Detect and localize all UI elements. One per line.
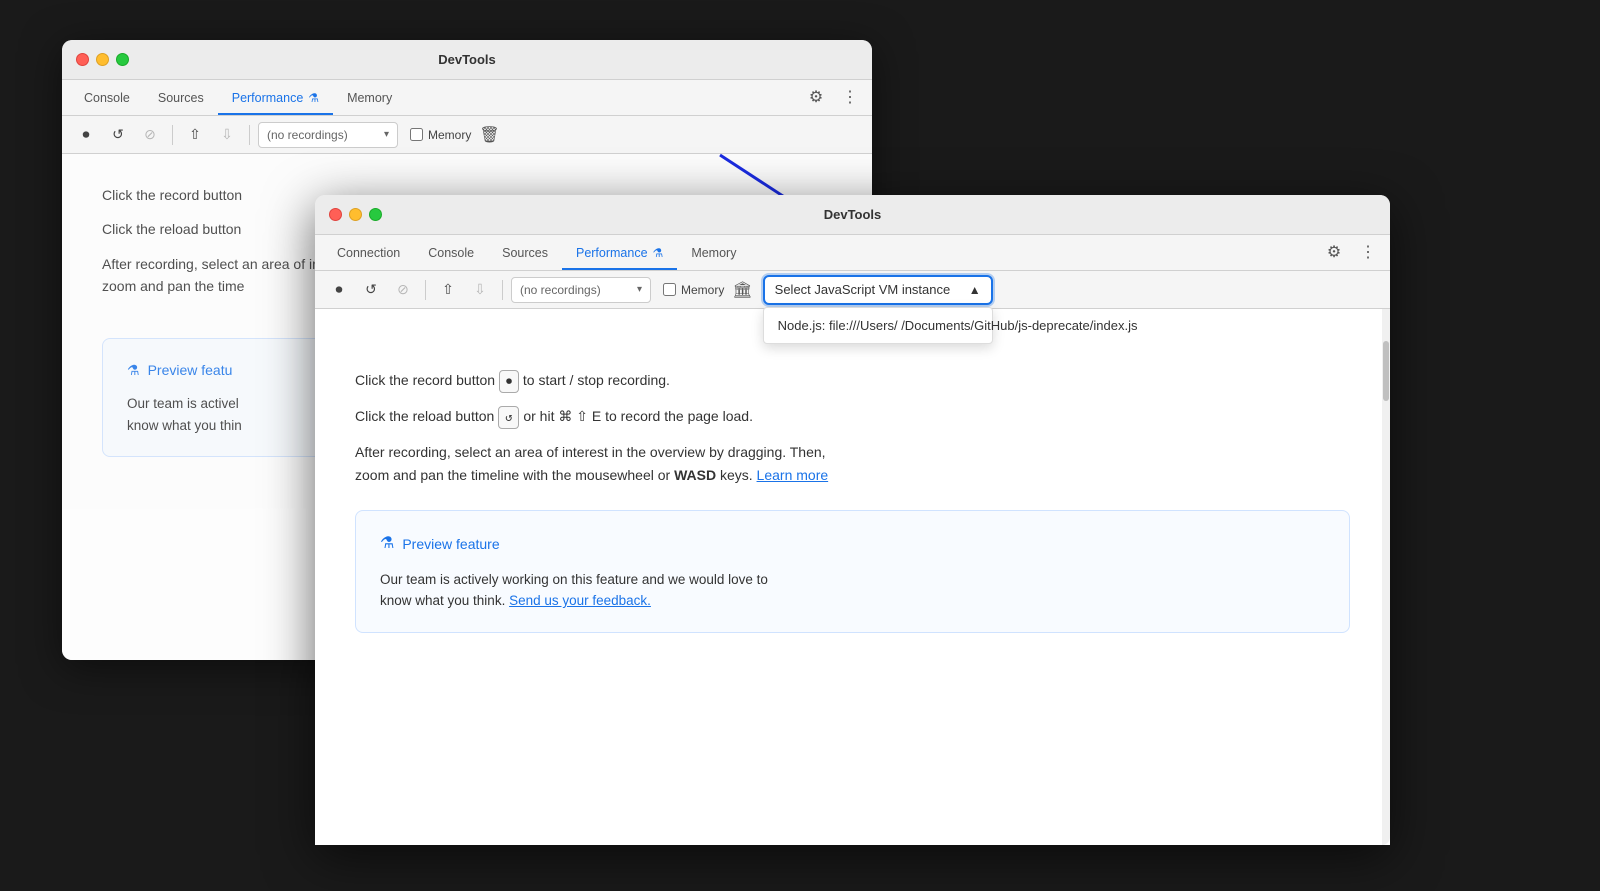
memory-checkbox-input-front[interactable]: [663, 283, 676, 296]
devtools-window-front: DevTools Connection Console Sources Perf…: [315, 195, 1390, 845]
reload-button-front[interactable]: ↺: [357, 276, 385, 304]
toolbar-divider2-back: [249, 125, 250, 145]
upload-button-front[interactable]: ⇧: [434, 276, 462, 304]
tab-console-front[interactable]: Console: [414, 238, 488, 270]
trash-button-back[interactable]: 🗑: [479, 125, 499, 145]
tab-actions-front: ⚙ ⋮: [1320, 238, 1382, 270]
preview-feature-title: ⚗ Preview feature: [380, 531, 1325, 557]
settings-button-front[interactable]: ⚙: [1320, 238, 1348, 266]
record-button-front[interactable]: ⏺: [325, 276, 353, 304]
toolbar-front: ⏺ ↺ ⊘ ⇧ ⇩ (no recordings) ▾ Memory 🏛 Sel…: [315, 271, 1390, 309]
cancel-button-back: ⊘: [136, 121, 164, 149]
upload-button-back[interactable]: ⇧: [181, 121, 209, 149]
record-kbd: ⏺: [499, 370, 519, 393]
toolbar-back: ⏺ ↺ ⊘ ⇧ ⇩ (no recordings) ▾ Memory 🗑: [62, 116, 872, 154]
record-button-back[interactable]: ⏺: [72, 121, 100, 149]
window-title-back: DevTools: [438, 52, 496, 67]
close-button-front[interactable]: [329, 208, 342, 221]
memory-checkbox-front[interactable]: Memory: [663, 283, 724, 297]
traffic-lights-back: [76, 53, 129, 66]
preview-feature-box: ⚗ Preview feature Our team is actively w…: [355, 510, 1350, 633]
maximize-button-front[interactable]: [369, 208, 382, 221]
recordings-dropdown-back[interactable]: (no recordings) ▾: [258, 122, 398, 148]
download-button-front: ⇩: [466, 276, 494, 304]
vm-selector-wrapper: Select JavaScript VM instance ▲ Node.js:…: [763, 275, 993, 305]
toolbar-divider1-front: [425, 280, 426, 300]
traffic-lights-front: [329, 208, 382, 221]
tab-memory-front[interactable]: Memory: [677, 238, 750, 270]
vm-dropdown-list: Node.js: file:///Users/ /Documents/GitHu…: [763, 307, 993, 344]
reload-kbd: ↺: [498, 406, 519, 429]
tab-performance-back[interactable]: Performance ⚗: [218, 83, 333, 115]
more-button-front[interactable]: ⋮: [1354, 238, 1382, 266]
minimize-button-back[interactable]: [96, 53, 109, 66]
vm-selector-button[interactable]: Select JavaScript VM instance ▲: [763, 275, 993, 305]
memory-checkbox-input-back[interactable]: [410, 128, 423, 141]
front-record-line: Click the record button ⏺ to start / sto…: [355, 369, 1350, 393]
tab-actions-back: ⚙ ⋮: [802, 83, 864, 115]
memory-checkbox-back[interactable]: Memory: [410, 128, 471, 142]
front-reload-line: Click the reload button ↺ or hit ⌘ ⇧ E t…: [355, 405, 1350, 429]
flask-icon-front: ⚗: [380, 531, 394, 557]
window-title-front: DevTools: [824, 207, 882, 222]
close-button-back[interactable]: [76, 53, 89, 66]
vm-selector-arrow: ▲: [969, 283, 981, 297]
wasd-keys: WASD: [674, 467, 716, 483]
title-bar-back: DevTools: [62, 40, 872, 80]
tab-sources-back[interactable]: Sources: [144, 83, 218, 115]
preview-feature-text: Our team is actively working on this fea…: [380, 569, 1325, 612]
flask-icon-back: ⚗: [127, 359, 140, 381]
recordings-dropdown-front[interactable]: (no recordings) ▾: [511, 277, 651, 303]
maximize-button-back[interactable]: [116, 53, 129, 66]
scroll-thumb[interactable]: [1383, 341, 1389, 401]
performance-icon-front: ⚗: [653, 246, 664, 260]
tab-memory-back[interactable]: Memory: [333, 83, 406, 115]
toolbar-divider2-front: [502, 280, 503, 300]
minimize-button-front[interactable]: [349, 208, 362, 221]
dropdown-arrow-front: ▾: [637, 284, 642, 295]
tab-console-back[interactable]: Console: [70, 83, 144, 115]
cancel-button-front: ⊘: [389, 276, 417, 304]
tab-bar-back: Console Sources Performance ⚗ Memory ⚙ ⋮: [62, 80, 872, 116]
reload-button-back[interactable]: ↺: [104, 121, 132, 149]
storage-button-front[interactable]: 🏛: [732, 280, 752, 300]
learn-more-link[interactable]: Learn more: [757, 467, 829, 483]
title-bar-front: DevTools: [315, 195, 1390, 235]
tab-performance-front[interactable]: Performance ⚗: [562, 238, 677, 270]
vm-dropdown-item[interactable]: Node.js: file:///Users/ /Documents/GitHu…: [764, 308, 992, 343]
feedback-link[interactable]: Send us your feedback.: [509, 593, 651, 608]
front-after-line: After recording, select an area of inter…: [355, 441, 1350, 486]
toolbar-divider1-back: [172, 125, 173, 145]
main-content-front: Click the record button ⏺ to start / sto…: [315, 309, 1390, 845]
download-button-back: ⇩: [213, 121, 241, 149]
tab-sources-front[interactable]: Sources: [488, 238, 562, 270]
performance-icon-back: ⚗: [308, 91, 319, 105]
scroll-track[interactable]: [1382, 309, 1390, 845]
more-button-back[interactable]: ⋮: [836, 83, 864, 111]
dropdown-arrow-back: ▾: [384, 129, 389, 140]
tab-bar-front: Connection Console Sources Performance ⚗…: [315, 235, 1390, 271]
settings-button-back[interactable]: ⚙: [802, 83, 830, 111]
tab-connection-front[interactable]: Connection: [323, 238, 414, 270]
